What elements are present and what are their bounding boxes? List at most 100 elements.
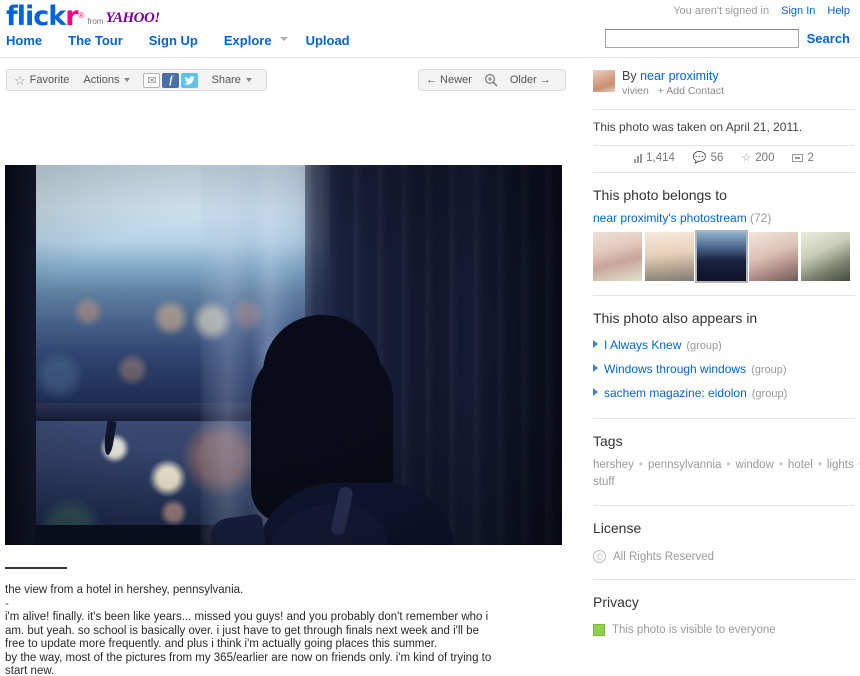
tag-hotel[interactable]: hotel [788,459,813,471]
social-share-icons: ✉ f [137,73,204,88]
description-paragraph-2: by the way, most of the pictures from my… [5,652,500,676]
license-value: All Rights Reserved [613,551,714,563]
description-line-2: - [5,598,500,612]
photo-description: the view from a hotel in hershey, pennsy… [5,584,500,676]
share-menu[interactable]: Share [204,70,258,90]
chevron-down-icon[interactable] [280,37,288,41]
belongs-to-heading: This photo belongs to [593,173,855,211]
license-row: © All Rights Reserved [593,544,855,579]
nav-the-tour[interactable]: The Tour [68,33,123,48]
photo-stats: 1,414 💬 56 ☆ 200 2 [593,146,855,172]
photo-toolbar: ☆ Favorite Actions ✉ f [0,63,586,99]
public-square-icon [593,624,605,636]
group-link[interactable]: sachem magazine: eidolon [604,386,747,400]
group-link[interactable]: Windows through windows [604,362,746,376]
yahoo-wordmark: YAHOO! [105,10,159,27]
group-list: I Always Knew (group) Windows through wi… [593,334,855,418]
faves-count: 200 [755,152,774,164]
tag-lights[interactable]: lights [827,459,854,471]
views-count: 1,414 [646,152,675,164]
group-item[interactable]: sachem magazine: eidolon (group) [593,382,855,406]
owner-subline: vivien + Add Contact [622,85,724,98]
photo-column: ☆ Favorite Actions ✉ f [0,58,586,99]
thumb-4[interactable] [749,232,798,281]
photo-nav-group: ← Newer Older → [418,69,566,91]
tag-pennsylvannia[interactable]: pennsylvannia [648,459,722,471]
owner-block: By near proximity vivien + Add Contact [593,58,855,109]
zoom-icon[interactable] [484,73,498,87]
star-icon: ☆ [741,153,751,164]
nav-sign-up[interactable]: Sign Up [149,33,198,48]
tag-hershey[interactable]: hershey [593,459,634,471]
faves-stat[interactable]: ☆ 200 [741,152,774,164]
nav-home[interactable]: Home [6,33,42,48]
group-item[interactable]: I Always Knew (group) [593,334,855,358]
description-paragraph-1: i'm alive! finally. it's been like years… [5,611,500,652]
logo-text-blue: flick [6,4,65,30]
views-stat[interactable]: 1,414 [634,152,675,164]
share-label: Share [211,74,240,86]
group-link[interactable]: I Always Knew [604,338,681,352]
thumb-3-current[interactable] [695,230,748,283]
owner-realname: vivien [622,85,649,97]
photostream-link[interactable]: near proximity's photostream [593,211,747,225]
older-photo-button[interactable]: Older → [503,70,558,90]
search-bar: Search [605,29,850,48]
search-input[interactable] [605,29,799,48]
tag-separator: • [779,459,783,471]
main-navigation: Home The Tour Sign Up Explore Upload [6,33,350,48]
favorite-button[interactable]: ☆ Favorite [14,70,76,90]
copyright-icon: © [593,550,606,563]
avatar[interactable] [593,70,615,92]
sign-in-link[interactable]: Sign In [781,5,815,17]
tag-list: hershey•pennsylvannia•window•hotel•light… [593,457,843,505]
main-photo[interactable] [5,165,562,545]
email-icon[interactable]: ✉ [143,73,160,88]
account-bar: You aren't signed in Sign In Help [673,5,850,17]
privacy-row: This photo is visible to everyone [593,618,855,652]
photo-vignette [5,165,562,545]
newer-photo-button[interactable]: ← Newer [426,70,479,90]
thumb-2[interactable] [645,232,694,281]
tag-separator: • [639,459,643,471]
notes-stat[interactable]: 2 [792,152,813,164]
by-prefix: By [622,69,637,83]
site-header: flickr® from YAHOO! Home The Tour Sign U… [0,0,860,58]
signed-in-status: You aren't signed in [673,5,769,17]
favorite-label: Favorite [30,74,70,86]
taken-on-date: This photo was taken on April 21, 2011. [593,110,855,145]
tag-separator: • [726,459,730,471]
group-item[interactable]: Windows through windows (group) [593,358,855,382]
chevron-down-icon [246,78,252,82]
nav-upload[interactable]: Upload [306,33,350,48]
add-contact-link[interactable]: + Add Contact [658,85,724,97]
chevron-down-icon [124,78,130,82]
photo-actions-group: ☆ Favorite Actions ✉ f [6,69,267,91]
triangle-right-icon [593,388,598,396]
tags-heading: Tags [593,419,855,457]
notes-count: 2 [807,152,813,164]
description-divider [5,567,67,569]
thumb-1[interactable] [593,232,642,281]
triangle-right-icon [593,340,598,348]
flickr-logo[interactable]: flickr® from YAHOO! [6,4,160,30]
nav-explore[interactable]: Explore [224,33,272,48]
search-button[interactable]: Search [807,31,850,46]
facebook-icon[interactable]: f [162,73,179,88]
actions-menu[interactable]: Actions [76,70,137,90]
comments-stat[interactable]: 💬 56 [693,152,724,164]
star-icon: ☆ [14,74,26,87]
bar-chart-icon [634,154,642,163]
group-type: (group) [752,388,787,400]
appears-in-heading: This photo also appears in [593,296,855,334]
owner-name-link[interactable]: near proximity [640,69,719,83]
help-link[interactable]: Help [827,5,850,17]
twitter-icon[interactable] [181,73,198,88]
actions-label: Actions [83,74,119,86]
logo-from-text: from [87,17,103,26]
tag-window[interactable]: window [736,459,774,471]
photostream-thumbnails [593,232,855,295]
registered-mark-icon: ® [79,11,85,21]
thumb-5[interactable] [801,232,850,281]
note-icon [792,154,803,162]
